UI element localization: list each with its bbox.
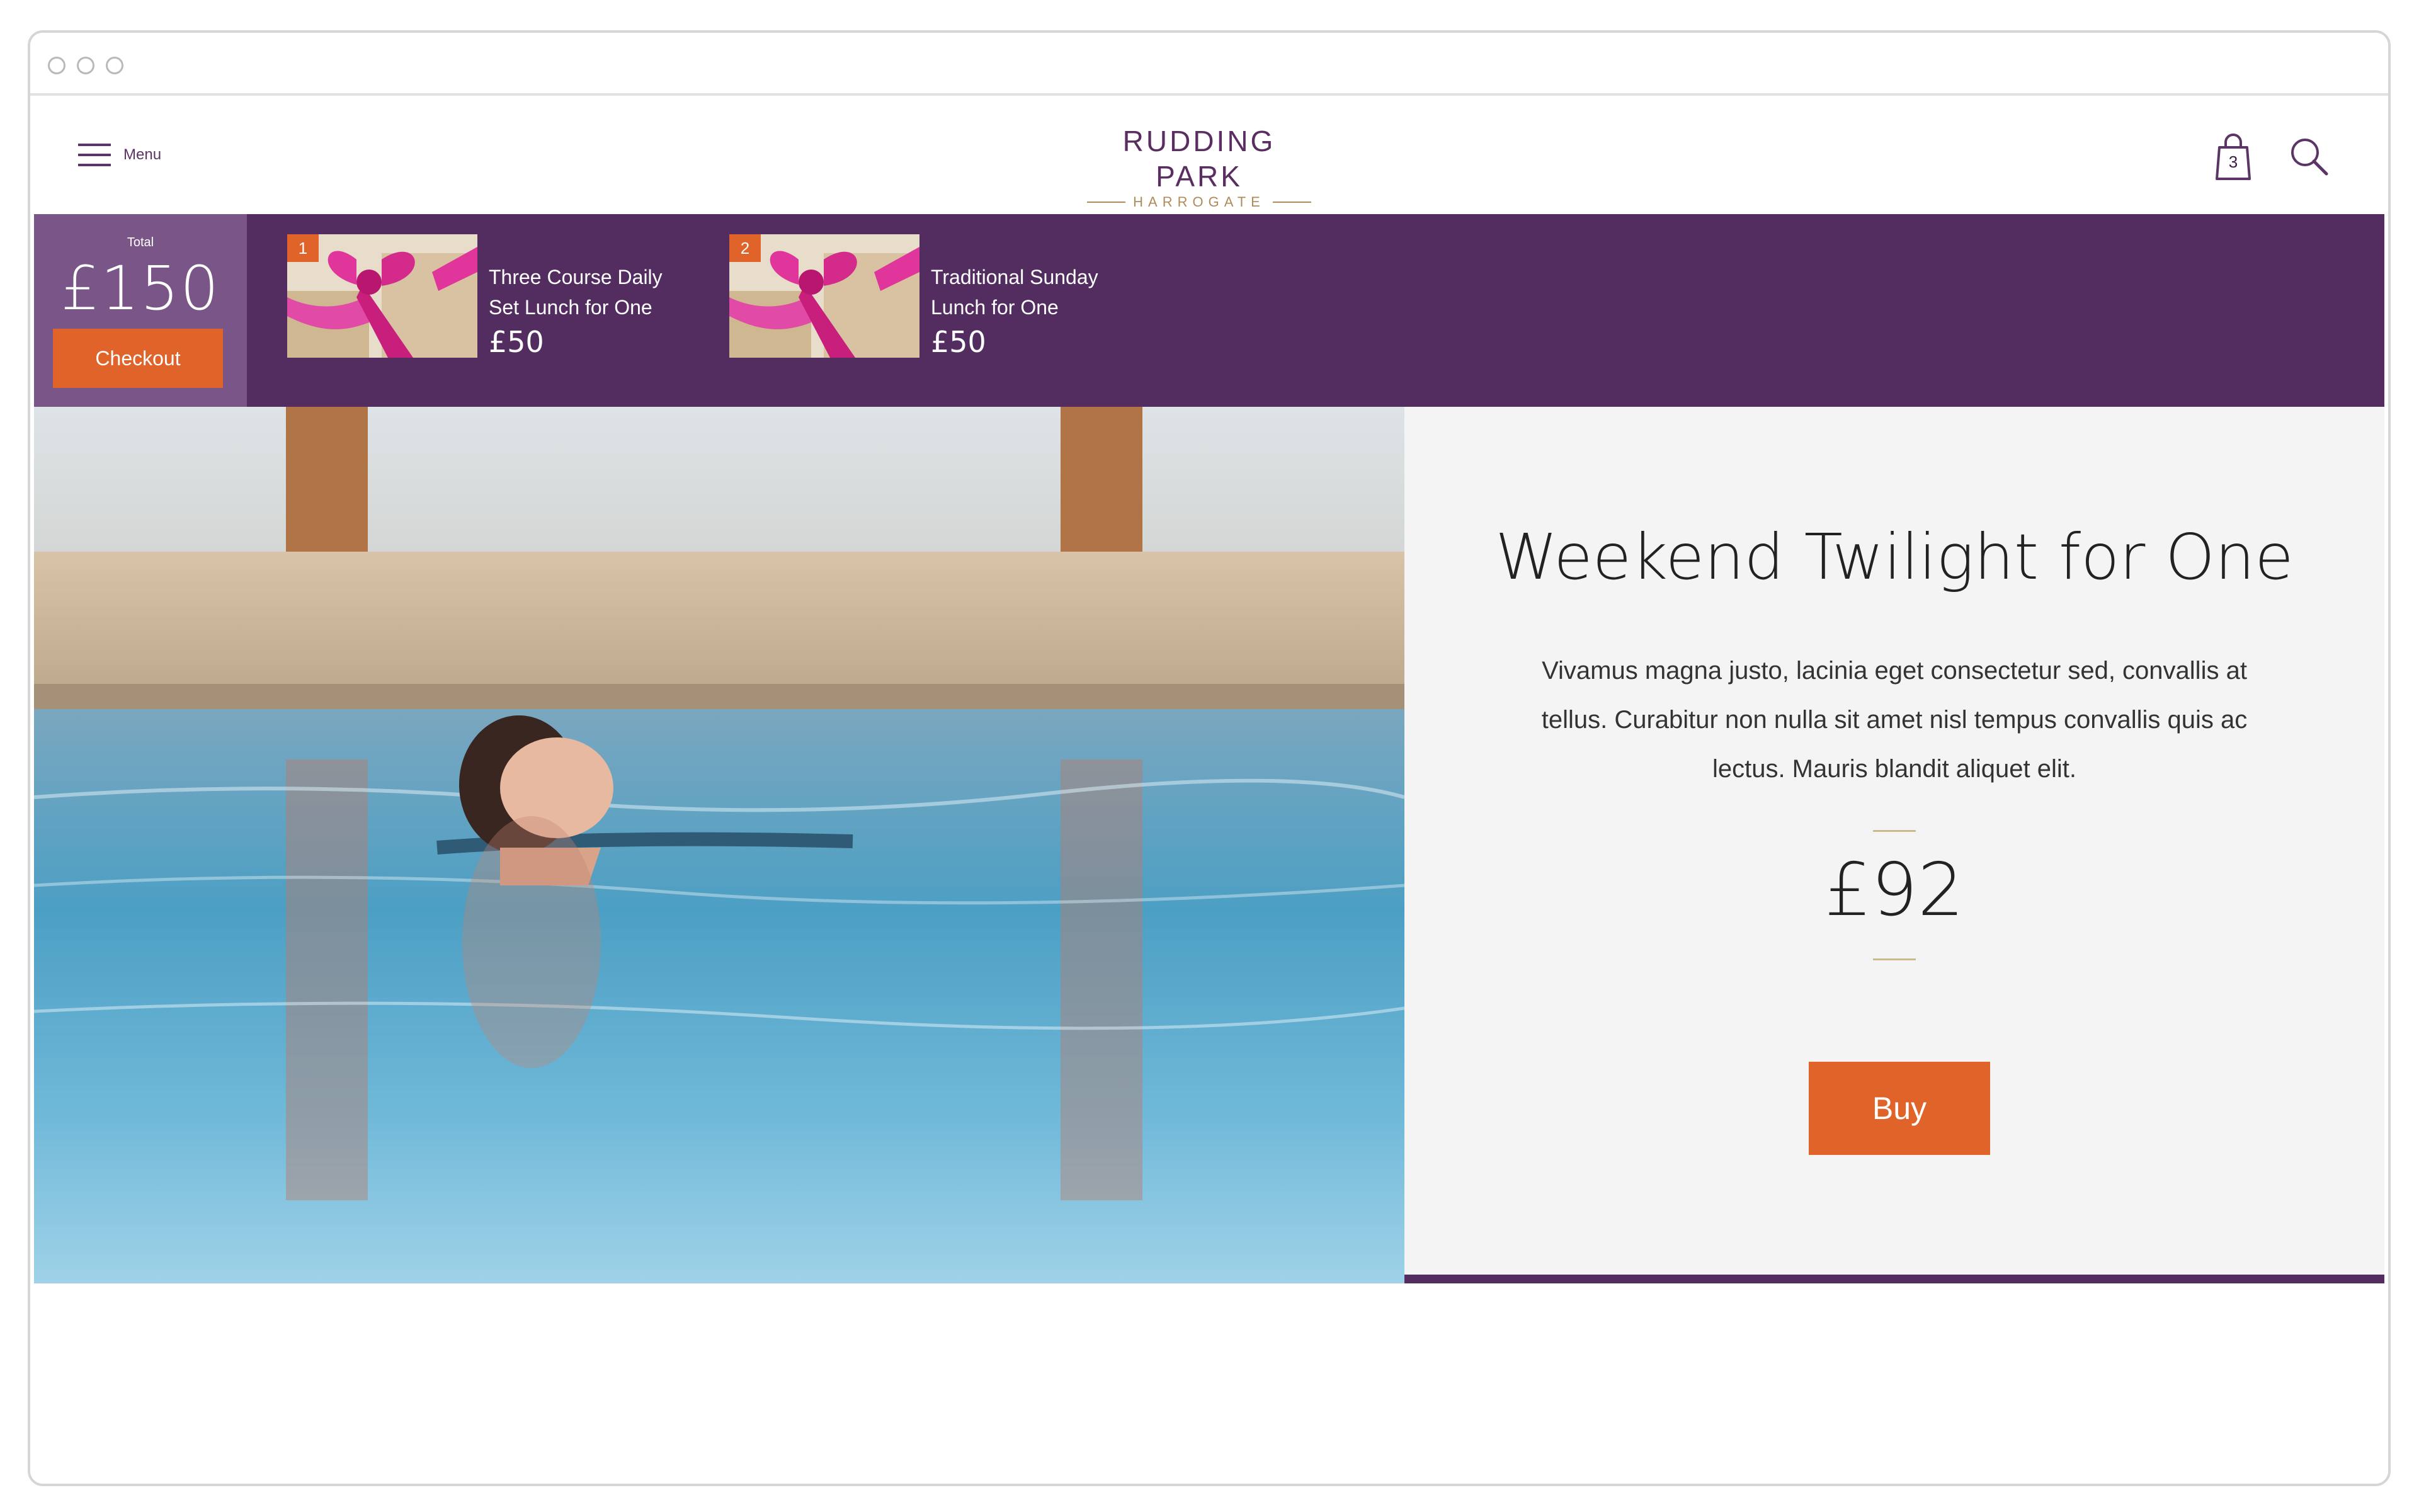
checkout-button[interactable]: Checkout [53, 329, 223, 388]
cart-button[interactable]: 3 [2213, 134, 2253, 181]
basket-total-panel: Total £150 Checkout [34, 214, 247, 407]
item-price: £50 [489, 325, 544, 359]
browser-titlebar [30, 33, 2388, 96]
total-amount: £150 [60, 253, 220, 324]
item-price: £50 [931, 325, 986, 359]
item-title-line: Lunch for One [931, 296, 1059, 319]
item-title-line: Set Lunch for One [489, 296, 652, 319]
product-panel: Weekend Twilight for One Vivamus magna j… [1404, 407, 2384, 1283]
logo-subtitle: HARROGATE [1133, 194, 1265, 210]
item-title-line: Three Course Daily [489, 266, 663, 288]
product-price: £92 [1824, 848, 1964, 933]
panel-accent-bar [1404, 1275, 2384, 1283]
product-title: Weekend Twilight for One [1495, 520, 2294, 594]
pool-hero-image [34, 407, 1404, 1283]
site-logo[interactable]: RUDDING PARK HARROGATE [1079, 123, 1319, 210]
item-number-badge: 2 [729, 234, 761, 262]
site-header: Menu RUDDING PARK HARROGATE 3 [34, 98, 2384, 212]
cart-count: 3 [2228, 152, 2238, 171]
total-label: Total [127, 236, 154, 249]
logo-title: RUDDING PARK [1122, 125, 1276, 193]
logo-subtitle-row: HARROGATE [1079, 194, 1319, 210]
window-minimize-button[interactable] [77, 57, 94, 74]
hamburger-icon [78, 144, 111, 166]
item-title-line: Traditional Sunday [931, 266, 1098, 288]
item-title: Traditional Sunday Lunch for One [931, 262, 1132, 322]
basket-item[interactable]: 2 Traditional Sunday Lunch for One £50 [729, 234, 1132, 360]
window-maximize-button[interactable] [106, 57, 123, 74]
web-page: Menu RUDDING PARK HARROGATE 3 Total £150… [30, 98, 2388, 1484]
price-divider-top [1873, 830, 1916, 832]
search-button[interactable] [2287, 135, 2331, 179]
buy-button[interactable]: Buy [1809, 1062, 1990, 1155]
browser-window: Menu RUDDING PARK HARROGATE 3 Total £150… [28, 30, 2391, 1486]
search-icon [2291, 139, 2328, 176]
menu-label: Menu [123, 146, 162, 163]
basket-bar: Total £150 Checkout 1 Three Course Daily… [34, 214, 2384, 407]
window-close-button[interactable] [48, 57, 65, 74]
price-divider-bottom [1873, 958, 1916, 960]
menu-button[interactable]: Menu [78, 140, 161, 170]
item-number-badge: 1 [287, 234, 319, 262]
logo-rule-right [1272, 202, 1311, 203]
basket-item[interactable]: 1 Three Course Daily Set Lunch for One £… [287, 234, 690, 360]
product-description: Vivamus magna justo, lacinia eget consec… [1541, 657, 2248, 783]
item-title: Three Course Daily Set Lunch for One [489, 262, 690, 322]
logo-rule-left [1087, 202, 1126, 203]
